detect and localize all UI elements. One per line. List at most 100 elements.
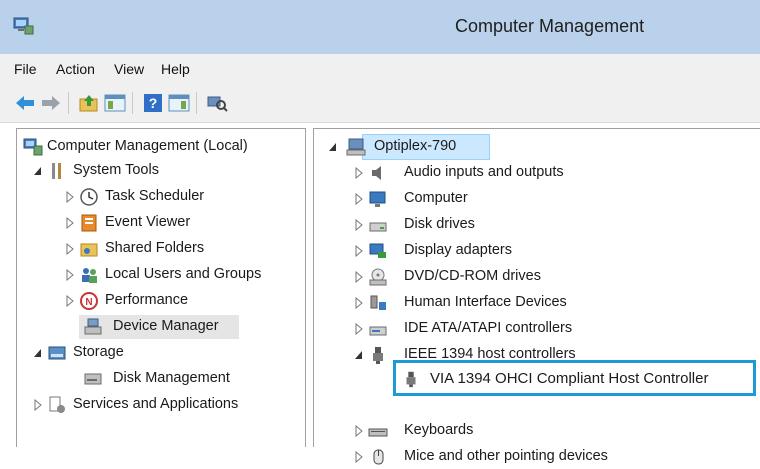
svg-text:N: N <box>85 297 92 308</box>
tree-item-computer-management[interactable]: Computer Management (Local) <box>19 135 303 159</box>
tree-item-services-and-applications[interactable]: Services and Applications <box>33 393 303 417</box>
tree-item-label: Computer Management (Local) <box>47 138 248 154</box>
device-category-disk-drives[interactable]: Disk drives <box>354 213 754 237</box>
tree-item-label: Mice and other pointing devices <box>404 448 608 464</box>
device-category-display-adapters[interactable]: Display adapters <box>354 239 754 263</box>
tree-item-label: Audio inputs and outputs <box>404 164 564 180</box>
collapsed-arrow-icon[interactable] <box>65 269 75 281</box>
tree-item-label: Local Users and Groups <box>105 266 262 282</box>
clock-icon <box>80 188 98 206</box>
device-tree[interactable]: Optiplex-790 Audio inputs and outputs Co… <box>313 128 760 465</box>
tree-item-label: Services and Applications <box>73 396 239 412</box>
collapsed-arrow-icon[interactable] <box>354 451 364 463</box>
window-title: Computer Management <box>455 16 645 36</box>
device-category-ide-ata-atapi[interactable]: IDE ATA/ATAPI controllers <box>354 317 754 341</box>
tree-item-shared-folders[interactable]: Shared Folders <box>65 237 295 261</box>
tree-item-label: IDE ATA/ATAPI controllers <box>404 320 573 336</box>
display-adapter-icon <box>369 243 386 258</box>
collapsed-arrow-icon[interactable] <box>354 425 364 437</box>
event-viewer-icon <box>81 214 97 232</box>
tree-item-label: Disk drives <box>404 216 475 232</box>
tree-item-storage[interactable]: Storage <box>33 341 233 365</box>
device-via-1394-ohci-host-controller[interactable]: VIA 1394 OHCI Compliant Host Controller <box>393 360 756 396</box>
tree-item-device-manager[interactable]: Device Manager <box>79 315 239 339</box>
toolbar-separator <box>196 92 197 114</box>
tree-item-label: Disk Management <box>113 370 230 386</box>
show-hide-action-pane-icon[interactable] <box>168 93 190 113</box>
tree-item-label: DVD/CD-ROM drives <box>404 268 541 284</box>
users-icon <box>82 268 97 283</box>
firewire-icon <box>373 347 383 364</box>
monitor-icon <box>369 191 386 207</box>
scan-hardware-icon[interactable] <box>206 93 228 113</box>
collapsed-arrow-icon[interactable] <box>354 193 364 205</box>
collapsed-arrow-icon[interactable] <box>354 271 364 283</box>
tools-icon <box>52 163 61 179</box>
up-folder-icon[interactable] <box>78 93 100 113</box>
keyboard-icon <box>368 428 388 437</box>
menu-view[interactable]: View <box>114 61 144 77</box>
computer-management-app-icon[interactable] <box>12 16 34 36</box>
tree-item-disk-management[interactable]: Disk Management <box>79 367 299 391</box>
menu-file[interactable]: File <box>14 61 37 77</box>
device-tree-root-optiplex-790[interactable]: Optiplex-790 <box>328 134 508 160</box>
services-icon <box>49 396 65 413</box>
computer-management-icon <box>23 138 43 156</box>
collapsed-arrow-icon[interactable] <box>354 245 364 257</box>
tree-item-label: Shared Folders <box>105 240 205 256</box>
device-category-computer[interactable]: Computer <box>354 187 754 211</box>
collapsed-arrow-icon[interactable] <box>354 167 364 179</box>
toolbar-separator <box>132 92 133 114</box>
hid-icon <box>370 295 386 310</box>
expanded-arrow-icon[interactable] <box>328 141 338 153</box>
performance-icon: N <box>80 292 98 310</box>
collapsed-arrow-icon[interactable] <box>65 295 75 307</box>
tree-item-label: Task Scheduler <box>105 188 205 204</box>
device-category-human-interface-devices[interactable]: Human Interface Devices <box>354 291 754 315</box>
disk-management-icon <box>84 373 102 385</box>
tree-item-label: Human Interface Devices <box>404 294 567 310</box>
console-tree[interactable]: Computer Management (Local) System Tools… <box>16 128 306 447</box>
expanded-arrow-icon[interactable] <box>354 349 364 361</box>
svg-text:?: ? <box>149 95 158 111</box>
tree-item-label: Computer <box>404 190 468 206</box>
collapsed-arrow-icon[interactable] <box>65 243 75 255</box>
collapsed-arrow-icon[interactable] <box>65 217 75 229</box>
collapsed-arrow-icon[interactable] <box>33 399 43 411</box>
tree-item-label: System Tools <box>73 162 159 178</box>
tree-item-label: Device Manager <box>113 318 219 334</box>
expanded-arrow-icon[interactable] <box>33 347 43 359</box>
mouse-icon <box>373 449 384 465</box>
tree-item-label: Keyboards <box>404 422 474 438</box>
disk-drive-icon <box>369 222 387 232</box>
tree-item-system-tools[interactable]: System Tools <box>33 159 293 183</box>
device-category-mice[interactable]: Mice and other pointing devices <box>354 445 754 469</box>
collapsed-arrow-icon[interactable] <box>65 191 75 203</box>
device-category-dvd-cd-rom[interactable]: DVD/CD-ROM drives <box>354 265 754 289</box>
show-hide-console-tree-icon[interactable] <box>104 93 126 113</box>
expanded-arrow-icon[interactable] <box>33 165 43 177</box>
menu-action[interactable]: Action <box>56 61 95 77</box>
device-label: VIA 1394 OHCI Compliant Host Controller <box>430 370 709 387</box>
speaker-icon <box>372 166 381 180</box>
storage-icon <box>48 346 66 360</box>
shared-folder-icon <box>80 243 98 257</box>
tree-item-label: Storage <box>73 344 124 360</box>
toolbar-separator <box>68 92 69 114</box>
tree-item-performance[interactable]: N Performance <box>65 289 295 313</box>
back-icon[interactable] <box>14 93 36 113</box>
forward-icon[interactable] <box>40 93 62 113</box>
tree-item-task-scheduler[interactable]: Task Scheduler <box>65 185 295 209</box>
device-category-keyboards[interactable]: Keyboards <box>354 419 754 443</box>
collapsed-arrow-icon[interactable] <box>354 219 364 231</box>
title-bar[interactable]: Computer Management <box>0 0 760 54</box>
menu-help[interactable]: Help <box>161 61 190 77</box>
device-manager-icon <box>84 318 102 335</box>
tree-item-local-users-and-groups[interactable]: Local Users and Groups <box>65 263 300 287</box>
collapsed-arrow-icon[interactable] <box>354 297 364 309</box>
collapsed-arrow-icon[interactable] <box>354 323 364 335</box>
device-category-audio[interactable]: Audio inputs and outputs <box>354 161 754 185</box>
dvd-icon <box>369 268 387 286</box>
help-icon[interactable]: ? <box>142 93 164 113</box>
tree-item-event-viewer[interactable]: Event Viewer <box>65 211 295 235</box>
